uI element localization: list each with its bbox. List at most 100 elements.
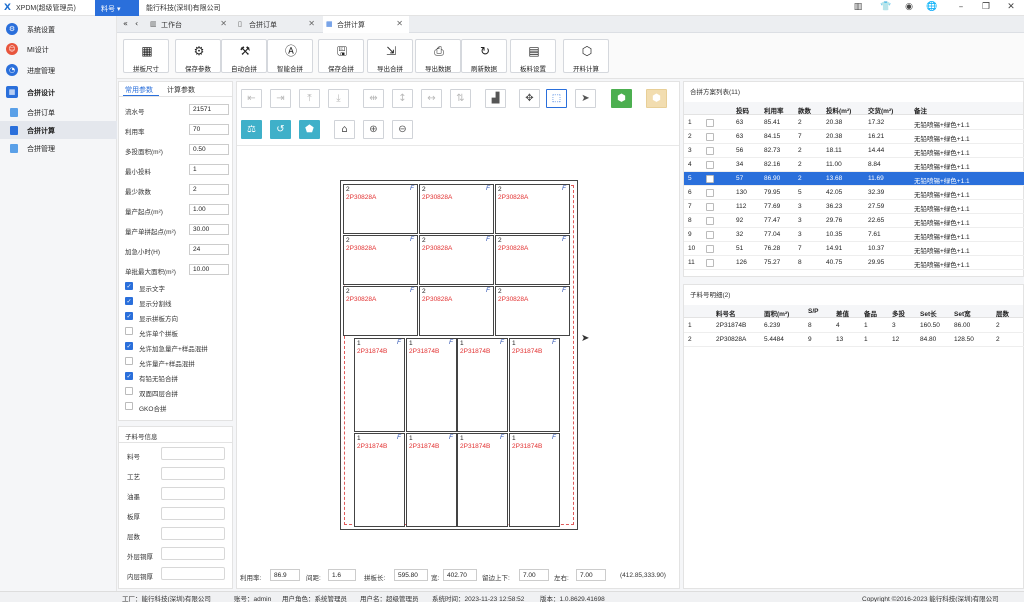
align-left-icon[interactable]: ⇤: [241, 89, 262, 108]
checkbox[interactable]: ✓: [125, 312, 133, 320]
plan-row[interactable]: 3 56 82.73 2 18.11 14.44 无铅喷锡+绿色+1.1: [684, 144, 1024, 158]
distribute-v-icon[interactable]: ↕: [392, 89, 413, 108]
panel-cell[interactable]: 2 F 2P30828A: [419, 184, 494, 234]
info-value-field[interactable]: [161, 447, 225, 460]
row-checkbox[interactable]: [706, 175, 714, 183]
param-input[interactable]: 0.50: [189, 144, 229, 155]
board-icon[interactable]: ▟: [485, 89, 506, 108]
globe-icon[interactable]: 🌐: [926, 1, 938, 13]
param-input[interactable]: 24: [189, 244, 229, 255]
row-checkbox[interactable]: [706, 161, 714, 169]
export-data-button[interactable]: ⎙ 导出数据: [415, 39, 461, 73]
plan-row[interactable]: 6 130 79.95 5 42.05 32.39 无铅喷锡+绿色+1.1: [684, 186, 1024, 200]
zoom-in-icon[interactable]: ⊕: [363, 120, 384, 139]
info-value-field[interactable]: [161, 547, 225, 560]
checkbox[interactable]: [125, 357, 133, 365]
param-input[interactable]: 2: [189, 184, 229, 195]
sidebar-item-mi-design[interactable]: ☺ MI设计: [0, 40, 117, 58]
panel-cell[interactable]: 1 F 2P31874B: [406, 338, 457, 432]
panel-cell[interactable]: 1 F 2P31874B: [457, 338, 508, 432]
row-checkbox[interactable]: [706, 147, 714, 155]
plan-row[interactable]: 1 63 85.41 2 20.38 17.32 无铅喷锡+绿色+1.1: [684, 116, 1024, 130]
part-row[interactable]: 1 2P31874B 6.239 8 4 1 3 160.50 86.00 2: [684, 319, 1024, 333]
row-checkbox[interactable]: [706, 119, 714, 127]
param-input[interactable]: 30.00: [189, 224, 229, 235]
close-icon[interactable]: ✕: [1005, 1, 1017, 13]
select-area-icon[interactable]: ⬚: [546, 89, 567, 108]
panel-cell[interactable]: 1 F 2P31874B: [354, 338, 405, 432]
panel-cell[interactable]: 2 F 2P30828A: [419, 235, 494, 285]
panel-cell[interactable]: 1 F 2P31874B: [457, 433, 508, 527]
align-right-icon[interactable]: ⇥: [270, 89, 291, 108]
cube-tan-icon[interactable]: ⬢: [646, 89, 667, 108]
space-v-icon[interactable]: ⇅: [450, 89, 471, 108]
checkbox[interactable]: ✓: [125, 372, 133, 380]
close-icon[interactable]: ✕: [308, 19, 315, 28]
tab-workbench[interactable]: ▥ 工作台 ✕: [147, 16, 233, 33]
sidebar-item-combine-manage[interactable]: 合拼管理: [0, 139, 117, 157]
move-icon[interactable]: ✥: [519, 89, 540, 108]
info-value-field[interactable]: [161, 507, 225, 520]
sidebar-item-system-settings[interactable]: ⚙ 系统设置: [0, 20, 117, 38]
info-value-field[interactable]: [161, 487, 225, 500]
panel-cell[interactable]: 2 F 2P30828A: [495, 184, 570, 234]
param-input[interactable]: 1.00: [189, 204, 229, 215]
distribute-h-icon[interactable]: ⇹: [363, 89, 384, 108]
panel-cell[interactable]: 2 F 2P30828A: [343, 286, 418, 336]
plan-row[interactable]: 4 34 82.16 2 11.00 8.84 无铅喷锡+绿色+1.1: [684, 158, 1024, 172]
info-value-field[interactable]: [161, 467, 225, 480]
plan-row[interactable]: 2 63 84.15 7 20.38 16.21 无铅喷锡+绿色+1.1: [684, 130, 1024, 144]
module-tab-material[interactable]: 料号 ▾: [95, 0, 139, 16]
close-icon[interactable]: ✕: [396, 19, 403, 28]
panel-cell[interactable]: 2 F 2P30828A: [419, 286, 494, 336]
sidebar-item-progress[interactable]: ◔ 进度管理: [0, 61, 117, 79]
row-checkbox[interactable]: [706, 133, 714, 141]
param-input[interactable]: 21571: [189, 104, 229, 115]
panel-cell[interactable]: 1 F 2P31874B: [509, 433, 560, 527]
checkbox[interactable]: [125, 387, 133, 395]
plan-row[interactable]: 8 92 77.47 3 29.76 22.65 无铅喷锡+绿色+1.1: [684, 214, 1024, 228]
home-icon[interactable]: ⌂: [334, 120, 355, 139]
plan-row[interactable]: 9 32 77.04 3 10.35 7.61 无铅喷锡+绿色+1.1: [684, 228, 1024, 242]
shape-icon[interactable]: ⬟: [299, 120, 320, 139]
tabs-back-icon[interactable]: «: [123, 19, 128, 28]
panel-cell[interactable]: 1 F 2P31874B: [354, 433, 405, 527]
cube-green-icon[interactable]: ⬢: [611, 89, 632, 108]
pointer-icon[interactable]: ➤: [575, 89, 596, 108]
param-input[interactable]: 1: [189, 164, 229, 175]
board-settings-button[interactable]: ▤ 板料设置: [510, 39, 556, 73]
refresh-data-button[interactable]: ↻ 刷新数据: [461, 39, 507, 73]
info-value-field[interactable]: [161, 527, 225, 540]
tab-combine-orders[interactable]: ▯ 合拼订单 ✕: [235, 16, 321, 33]
panel-cell[interactable]: 2 F 2P30828A: [343, 184, 418, 234]
plan-row[interactable]: 11 126 75.27 8 40.75 29.95 无铅喷锡+绿色+1.1: [684, 256, 1024, 270]
align-top-icon[interactable]: ⤒: [299, 89, 320, 108]
checkbox[interactable]: [125, 402, 133, 410]
plan-row[interactable]: 10 51 76.28 7 14.91 10.37 无铅喷锡+绿色+1.1: [684, 242, 1024, 256]
row-checkbox[interactable]: [706, 245, 714, 253]
checkbox[interactable]: ✓: [125, 297, 133, 305]
panel-cell[interactable]: 2 F 2P30828A: [495, 286, 570, 336]
plan-row[interactable]: 5 57 86.90 2 13.68 11.69 无铅喷锡+绿色+1.1: [684, 172, 1024, 186]
row-checkbox[interactable]: [706, 203, 714, 211]
space-h-icon[interactable]: ↔: [421, 89, 442, 108]
row-checkbox[interactable]: [706, 259, 714, 267]
align-bottom-icon[interactable]: ⤓: [328, 89, 349, 108]
checkbox[interactable]: ✓: [125, 342, 133, 350]
tabs-prev-icon[interactable]: ‹: [135, 19, 138, 28]
checkbox[interactable]: ✓: [125, 282, 133, 290]
sidebar-item-combine-design[interactable]: ▦ 合拼设计: [0, 83, 117, 101]
panel-cell[interactable]: 2 F 2P30828A: [495, 235, 570, 285]
panel-cell[interactable]: 1 F 2P31874B: [509, 338, 560, 432]
close-icon[interactable]: ✕: [220, 19, 227, 28]
auto-combine-button[interactable]: ⚒ 自动合拼: [221, 39, 267, 73]
row-checkbox[interactable]: [706, 231, 714, 239]
smart-combine-button[interactable]: Ⓐ 智能合拼: [267, 39, 313, 73]
param-input[interactable]: 10.00: [189, 264, 229, 275]
panel-cell[interactable]: 1 F 2P31874B: [406, 433, 457, 527]
tab-calc-params[interactable]: 计算参数: [167, 85, 195, 95]
restore-icon[interactable]: ❐: [980, 1, 992, 13]
balance-icon[interactable]: ⚖: [241, 120, 262, 139]
panel-size-button[interactable]: ▦ 拼板尺寸: [123, 39, 169, 73]
row-checkbox[interactable]: [706, 217, 714, 225]
